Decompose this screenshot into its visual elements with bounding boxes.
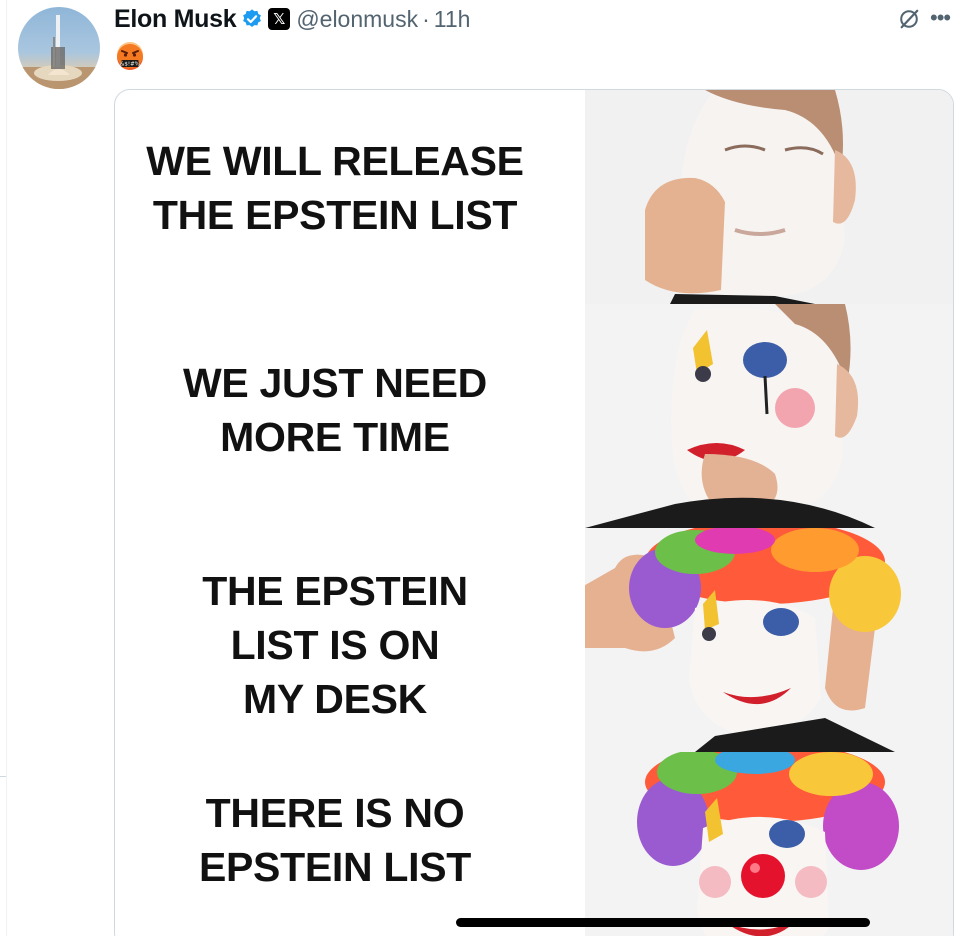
meme-panel: WE JUST NEED MORE TIME (115, 304, 953, 528)
white-face-paint-image (585, 90, 953, 314)
meme-panel: WE WILL RELEASE THE EPSTEIN LIST (115, 90, 953, 314)
full-clown-nose-image (585, 752, 953, 936)
meme-caption: WE JUST NEED MORE TIME (183, 360, 487, 460)
home-indicator[interactable] (456, 918, 870, 927)
separator-dot: · (422, 5, 430, 32)
rocket-launch-image (18, 15, 100, 89)
verified-badge-icon (243, 9, 262, 27)
svg-text:&$!#%: &$!#% (120, 62, 140, 68)
meme-panel: THE EPSTEIN LIST IS ON MY DESK (115, 528, 953, 752)
x-affiliate-icon[interactable]: 𝕏 (268, 8, 291, 30)
meme-caption: WE WILL RELEASE THE EPSTEIN LIST (146, 138, 524, 238)
meme-caption: THE EPSTEIN LIST IS ON MY DESK (202, 568, 468, 722)
author-avatar[interactable] (18, 7, 100, 89)
meme-panel: THERE IS NO EPSTEIN LIST (115, 752, 953, 936)
clown-wig-image (585, 528, 953, 752)
timeline-divider (6, 0, 7, 936)
tweet-media-image[interactable]: WE WILL RELEASE THE EPSTEIN LIST WE JUST… (114, 89, 954, 936)
more-icon[interactable]: ••• (930, 6, 956, 30)
author-handle[interactable]: @elonmusk (296, 6, 418, 33)
tweet-timestamp[interactable]: 11h (434, 6, 471, 33)
meme-caption: THERE IS NO EPSTEIN LIST (198, 790, 472, 890)
tweet-header: Elon Musk 𝕏 @elonmusk · 11h (114, 4, 470, 34)
clown-makeup-image (585, 304, 953, 528)
face-with-symbols-emoji: &$!#% (117, 42, 143, 70)
grok-icon[interactable] (898, 8, 920, 30)
author-name[interactable]: Elon Musk (114, 5, 237, 34)
thread-connector (0, 776, 6, 777)
